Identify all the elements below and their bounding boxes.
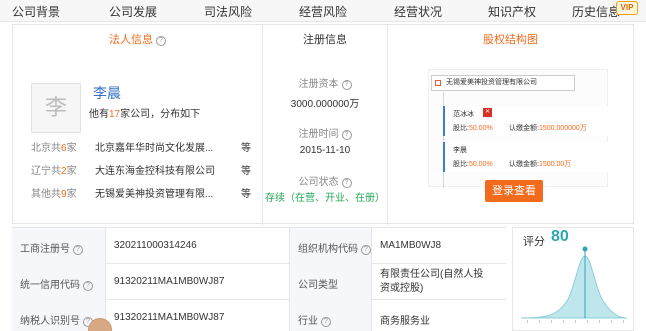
table-value-cell: 有限责任公司(自然人投资或控股) [380,269,484,294]
tab-intellectual-property[interactable]: 知识产权 [488,3,536,20]
table-label-cell: 统一信用代码? [12,264,106,300]
company-status-label: 公司状态? [263,173,387,188]
top-nav: 公司背景 公司发展 司法风险 经营风险 经营状况 知识产权 历史信息 VIP [0,0,646,22]
registered-capital-value: 3000.000000万 [290,99,360,110]
help-icon[interactable]: ? [321,317,331,327]
related-company-link[interactable]: 北京嘉年华时尚文化发展... [95,139,240,154]
score-widget: 评分 80 [512,227,634,331]
tab-operation-risk[interactable]: 经营风险 [299,3,347,20]
company-count: 17 [109,109,121,120]
help-icon[interactable]: ? [83,281,93,291]
registered-capital-label: 注册资本? [263,75,387,90]
help-icon[interactable]: ? [341,178,352,188]
legal-person-section: 法人信息? 李 李晨 他有17家公司，分布如下 北京 共6家 北京嘉年华时尚文化… [13,25,263,225]
region-label: 辽宁 [31,166,51,177]
share-ratio: 50.00% [468,125,493,132]
company-icon [435,80,441,86]
score-marker-dot [582,246,588,252]
business-info-table: 工商注册号? 320211000314246 组织机构代码? MA1MB0WJ8… [12,227,506,331]
flag-icon: ✕ [483,108,492,117]
region-label: 北京 [31,143,51,154]
equity-structure-header: 股权结构图 [483,34,538,46]
company-overview-panel: 法人信息? 李 李晨 他有17家公司，分布如下 北京 共6家 北京嘉年华时尚文化… [12,24,634,225]
tab-company-development[interactable]: 公司发展 [109,3,157,20]
related-company-row: 其他 共9家 无锡爱美神投资管理有限... 等 [31,185,261,201]
score-distribution-curve [520,246,628,323]
table-row: 统一信用代码? 91320211MA1MB0WJ87 公司类型 有限责任公司(自… [12,264,506,300]
tab-company-background[interactable]: 公司背景 [12,3,60,20]
more-link[interactable]: 等 [241,185,251,200]
avatar: 李 [31,83,81,133]
equity-structure-section: 股权结构图 无锡爱美神投资管理有限公司 范冰冰 ✕ 股比:50.00% 认缴金额… [388,25,633,225]
shareholder-name: 范冰冰 [453,111,474,118]
company-status-value: 存续（在营、开业、在册） [265,193,385,204]
related-company-row: 辽宁 共2家 大连东海金控科技有限公司 等 [31,162,261,178]
table-value-cell: 320211000314246 [106,228,290,264]
table-value-cell: 商务服务业 [380,316,430,327]
score-curve-area [520,255,628,319]
tab-history-info[interactable]: 历史信息 [572,3,620,20]
help-icon[interactable]: ? [73,245,83,255]
related-company-link[interactable]: 无锡爱美神投资管理有限... [95,185,240,200]
related-company-row: 北京 共6家 北京嘉年华时尚文化发展... 等 [31,139,261,155]
table-row: 纳税人识别号? 91320211MA1MB0WJ87 行业? 商务服务业 [12,300,506,331]
share-ratio: 50.00% [468,161,493,168]
vip-badge: VIP [616,1,638,15]
legal-person-name-link[interactable]: 李晨 [93,83,121,103]
help-icon[interactable]: ? [361,245,371,255]
legal-person-summary: 他有17家公司，分布如下 [89,109,201,120]
subscribed-amount: 1500.000000万 [538,125,587,132]
table-label-cell: 行业? [290,300,372,331]
table-label-cell: 公司类型 [290,264,372,300]
table-label-cell: 工商注册号? [12,228,106,264]
table-value-cell: 91320211MA1MB0WJ87 [106,264,290,300]
shareholder-card: 范冰冰 ✕ 股比:50.00% 认缴金额:1500.000000万 [443,106,609,136]
registration-header: 注册信息 [303,34,347,46]
shareholder-name: 李晨 [453,147,467,154]
subscribed-amount: 1500.00万 [538,161,572,168]
legal-person-header: 法人信息? [13,31,262,47]
score-value: 80 [551,228,569,245]
tab-operation-status[interactable]: 经营状况 [394,3,442,20]
tab-judicial-risk[interactable]: 司法风险 [204,3,252,20]
equity-structure-diagram: 无锡爱美神投资管理有限公司 范冰冰 ✕ 股比:50.00% 认缴金额:1500.… [428,69,609,188]
table-label-cell: 组织机构代码? [290,228,372,264]
login-view-button[interactable]: 登录查看 [485,180,543,202]
table-row: 工商注册号? 320211000314246 组织机构代码? MA1MB0WJ8 [12,228,506,264]
registration-date-label: 注册时间? [263,125,387,140]
related-company-link[interactable]: 大连东海金控科技有限公司 [95,162,240,177]
registration-date-value: 2015-11-10 [299,145,351,156]
region-count: 共6家 [51,143,77,154]
table-value-cell: 91320211MA1MB0WJ87 [106,300,290,331]
region-count: 共2家 [51,166,77,177]
more-link[interactable]: 等 [241,162,251,177]
shareholder-card: 李晨 股比:50.00% 认缴金额:1500.00万 [443,142,609,172]
table-value-cell: MA1MB0WJ8 [380,240,442,251]
equity-company-node: 无锡爱美神投资管理有限公司 [431,75,575,91]
region-count: 共9家 [51,189,77,200]
help-icon[interactable]: ? [341,80,352,90]
score-axis-ticks [527,320,624,323]
registration-section: 注册信息 注册资本? 3000.000000万 注册时间? 2015-11-10… [263,25,388,225]
more-link[interactable]: 等 [241,139,251,154]
help-icon[interactable]: ? [156,36,166,46]
region-label: 其他 [31,189,51,200]
help-icon[interactable]: ? [341,130,352,140]
